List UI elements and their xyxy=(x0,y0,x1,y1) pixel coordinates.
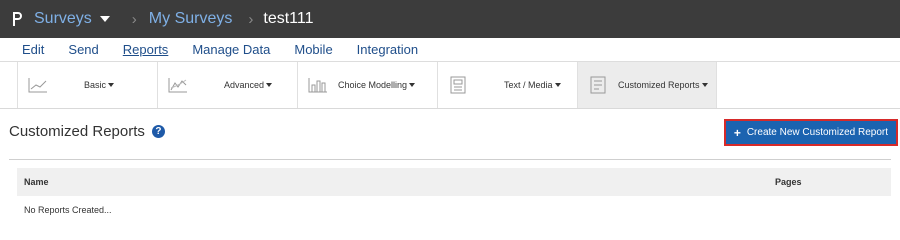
create-customized-report-button[interactable]: + Create New Customized Report xyxy=(723,119,898,146)
tool-choice-modelling[interactable]: Choice Modelling xyxy=(297,62,437,108)
column-name: Name xyxy=(24,177,49,187)
line-chart-icon xyxy=(28,76,48,94)
nav-integration[interactable]: Integration xyxy=(357,42,418,57)
caret-down-icon xyxy=(266,83,273,87)
plus-icon: + xyxy=(733,125,741,140)
tool-customized-reports-label: Customized Reports xyxy=(618,80,700,90)
survey-nav: Edit Send Reports Manage Data Mobile Int… xyxy=(0,38,900,62)
tool-text-media-label: Text / Media xyxy=(504,80,553,90)
table-header: Name Pages xyxy=(17,168,891,196)
text-media-icon xyxy=(448,76,468,94)
breadcrumb-current-survey: test111 xyxy=(263,10,314,27)
nav-manage-data[interactable]: Manage Data xyxy=(192,42,270,57)
tool-advanced-label: Advanced xyxy=(224,80,265,90)
nav-edit[interactable]: Edit xyxy=(22,42,44,57)
bar-chart-icon xyxy=(308,76,328,94)
caret-down-icon xyxy=(701,83,708,87)
nav-reports[interactable]: Reports xyxy=(123,42,169,57)
customized-report-icon xyxy=(588,76,608,94)
trend-chart-icon xyxy=(168,76,188,94)
column-pages: Pages xyxy=(775,177,802,187)
create-button-label: Create New Customized Report xyxy=(746,127,888,138)
nav-send[interactable]: Send xyxy=(68,42,98,57)
tool-choice-modelling-label: Choice Modelling xyxy=(338,80,408,90)
breadcrumb: Surveys › My Surveys › test111 xyxy=(34,10,313,28)
tool-basic-label: Basic xyxy=(84,80,107,90)
tool-basic[interactable]: Basic xyxy=(17,62,157,108)
report-type-toolbar: Basic Advanced Choice Modelling Text / M… xyxy=(0,62,900,109)
nav-mobile[interactable]: Mobile xyxy=(294,42,332,57)
logo-icon[interactable] xyxy=(0,0,34,38)
caret-down-icon xyxy=(554,83,561,87)
page-title-text: Customized Reports xyxy=(9,123,145,140)
empty-message: No Reports Created... xyxy=(24,205,112,215)
chevron-down-icon[interactable] xyxy=(99,16,110,22)
surveys-menu[interactable]: Surveys xyxy=(34,10,92,28)
page-title: Customized Reports ? xyxy=(9,123,165,140)
breadcrumb-my-surveys[interactable]: My Surveys xyxy=(149,10,233,28)
tool-text-media[interactable]: Text / Media xyxy=(437,62,577,108)
divider xyxy=(9,159,891,160)
help-icon[interactable]: ? xyxy=(151,125,165,138)
caret-down-icon xyxy=(108,83,115,87)
tool-customized-reports[interactable]: Customized Reports xyxy=(577,62,717,108)
caret-down-icon xyxy=(409,83,416,87)
content-header: Customized Reports ? + Create New Custom… xyxy=(0,109,900,159)
chevron-right-icon: › xyxy=(131,10,137,28)
tool-advanced[interactable]: Advanced xyxy=(157,62,297,108)
reports-table: Name Pages No Reports Created... xyxy=(17,168,891,224)
top-bar: Surveys › My Surveys › test111 xyxy=(0,0,900,38)
chevron-right-icon: › xyxy=(248,10,254,28)
